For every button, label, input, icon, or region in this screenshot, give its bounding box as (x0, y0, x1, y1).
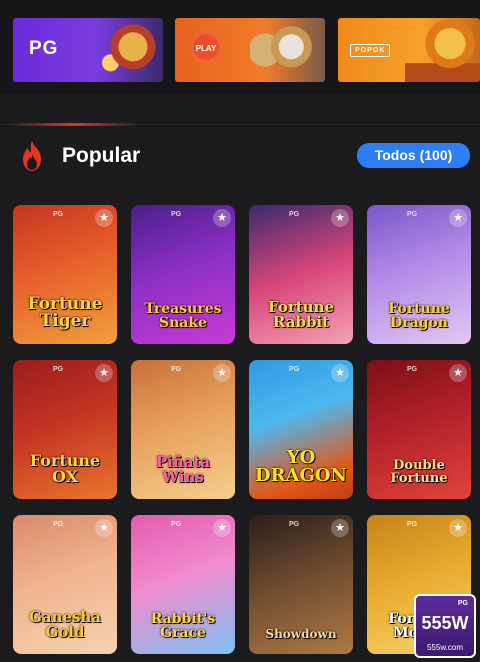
favorite-star-icon[interactable]: ★ (95, 209, 113, 227)
provider-strip: PG PLAY POPOK (0, 0, 480, 94)
provider-banner-pragmatic[interactable]: PLAY (175, 18, 325, 82)
provider-mark: PG (53, 366, 64, 373)
game-title: Double Fortune (390, 458, 448, 486)
provider-label: PG (29, 38, 59, 59)
favorite-star-icon[interactable]: ★ (331, 519, 349, 537)
provider-mark: PG (407, 521, 418, 528)
provider-mark: PG (171, 211, 182, 218)
favorite-star-icon[interactable]: ★ (449, 209, 467, 227)
provider-mark: PG (171, 366, 182, 373)
game-card[interactable]: PG ★ Ganesha Gold (13, 515, 117, 654)
provider-art (405, 18, 480, 82)
game-title: Fortune Dragon (388, 301, 450, 331)
provider-mark: PG (407, 366, 418, 373)
game-title: Treasures Snake (144, 301, 222, 331)
favorite-star-icon[interactable]: ★ (331, 364, 349, 382)
section-title: Popular (62, 144, 141, 167)
game-card[interactable]: PG ★ Fortune Dragon (367, 205, 471, 344)
game-card[interactable]: PG ★ Treasures Snake (131, 205, 235, 344)
provider-label: PLAY (191, 32, 221, 62)
view-all-button[interactable]: Todos (100) (357, 143, 470, 168)
provider-mark: PG (53, 521, 64, 528)
provider-label: POPOK (350, 44, 391, 57)
favorite-star-icon[interactable]: ★ (213, 364, 231, 382)
provider-mark: PG (171, 521, 182, 528)
game-card[interactable]: PG ★ Rabbit's Grace (131, 515, 235, 654)
game-card[interactable]: PG ★ Double Fortune (367, 360, 471, 499)
game-title: Fortune Tiger (27, 294, 103, 331)
game-card[interactable]: PG ★ Fortune Tiger (13, 205, 117, 344)
game-card[interactable]: PG ★ Piñata Wins (131, 360, 235, 499)
favorite-star-icon[interactable]: ★ (95, 364, 113, 382)
game-card[interactable]: PG ★ Showdown (249, 515, 353, 654)
game-title: Fortune Rabbit (267, 298, 335, 331)
provider-mark: PG (407, 211, 418, 218)
favorite-star-icon[interactable]: ★ (213, 209, 231, 227)
section-spacer (0, 94, 480, 124)
provider-mark: PG (289, 211, 300, 218)
divider-accent (10, 123, 138, 126)
favorite-star-icon[interactable]: ★ (331, 209, 349, 227)
game-title: Fortune OX (29, 451, 101, 486)
section-header: Popular Todos (100) (0, 136, 480, 176)
brand-badge[interactable]: PG 555W 555w.com (414, 594, 476, 658)
provider-mark: PG (289, 521, 300, 528)
brand-provider: PG (457, 600, 468, 607)
game-title: YO DRAGON (254, 447, 348, 486)
game-title: Piñata Wins (155, 453, 211, 486)
game-title: Ganesha Gold (28, 608, 102, 641)
favorite-star-icon[interactable]: ★ (449, 519, 467, 537)
game-card[interactable]: PG ★ Fortune OX (13, 360, 117, 499)
provider-art (88, 18, 163, 82)
game-title: Rabbit's Grace (150, 611, 216, 641)
brand-logo-text: 555W (421, 613, 469, 633)
fire-icon (23, 141, 41, 171)
game-card[interactable]: PG ★ Fortune Rabbit (249, 205, 353, 344)
game-title: Showdown (265, 627, 337, 641)
provider-mark: PG (289, 366, 300, 373)
favorite-star-icon[interactable]: ★ (213, 519, 231, 537)
brand-url: 555w.com (426, 643, 464, 652)
game-card[interactable]: PG ★ YO DRAGON (249, 360, 353, 499)
provider-banner-pg[interactable]: PG (13, 18, 163, 82)
provider-banner-popok[interactable]: POPOK (338, 18, 480, 82)
page: PG PLAY POPOK Popular Todos (100) PG ★ For… (0, 0, 480, 662)
favorite-star-icon[interactable]: ★ (95, 519, 113, 537)
provider-mark: PG (53, 211, 64, 218)
favorite-star-icon[interactable]: ★ (449, 364, 467, 382)
provider-art (250, 18, 325, 82)
